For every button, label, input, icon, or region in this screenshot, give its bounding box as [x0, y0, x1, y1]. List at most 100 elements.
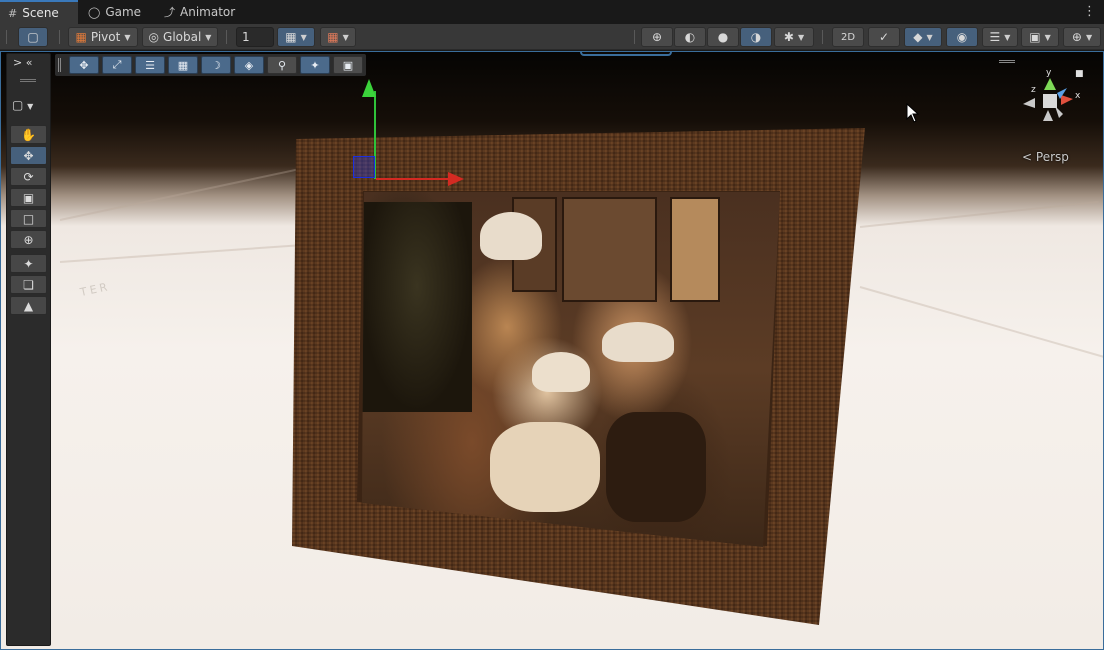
scene-visibility-button[interactable]: ◉ — [946, 27, 978, 47]
photo-window-panel — [670, 197, 720, 302]
align-button[interactable]: ☰ — [135, 56, 165, 74]
chevron-down-icon: ▼ — [1004, 32, 1011, 42]
crescent-icon: ☽ — [211, 58, 221, 72]
lock-icon[interactable]: ■ — [1075, 69, 1084, 79]
shaded-wireframe-mode-button[interactable]: ◐ — [674, 27, 706, 47]
floor-line — [859, 200, 1099, 228]
overlay-drag-tab[interactable] — [580, 51, 672, 56]
wireframe-sphere-icon: ⊕ — [651, 30, 663, 44]
camera-icon: ▣ — [1029, 30, 1041, 44]
gizmo-y-cone[interactable] — [1044, 78, 1056, 90]
2d-icon: 2D — [840, 31, 856, 43]
projection-toggle[interactable]: < Persp — [1022, 150, 1069, 164]
photo-carved-panel — [562, 197, 657, 302]
move-gizmo-x-axis[interactable] — [376, 178, 451, 180]
custom-tool-button[interactable]: ✦ — [10, 254, 47, 273]
grid-snap-value-field[interactable]: 1 — [236, 27, 274, 47]
debug-draw-mode-dropdown[interactable]: ✱ ▼ — [774, 27, 814, 47]
eye-icon: ◉ — [956, 30, 968, 44]
light-icon: ✓ — [878, 30, 890, 44]
framed-family-photo — [362, 192, 780, 547]
terrain-tool-button[interactable]: ▲ — [10, 296, 47, 315]
lighting-toggle-button[interactable]: ✓ — [868, 27, 900, 47]
rect-tool-button[interactable]: □ — [10, 209, 47, 228]
globe-icon: ◎ — [148, 30, 160, 44]
grid-lines-icon: ▦ — [177, 58, 189, 72]
gizmo-neg-x-cone[interactable] — [1023, 98, 1035, 108]
move-gizmo-y-arrow[interactable] — [362, 79, 376, 97]
tab-scene[interactable]: # Scene — [0, 0, 78, 24]
global-dropdown[interactable]: ◎ Global ▼ — [142, 27, 218, 47]
shaded-sphere-icon: ● — [717, 30, 729, 44]
layers-overlay-button[interactable]: ◈ — [234, 56, 264, 74]
moon-overlay-button[interactable]: ☽ — [201, 56, 231, 74]
chevron-down-icon: ▼ — [205, 32, 212, 42]
tool-settings-overlay: ✥ ⤢ ☰ ▦ ☽ ◈ ⚲ ✦ ▣ — [55, 54, 366, 76]
custom-editor-icon: ✦ — [23, 256, 34, 271]
tools-drag-handle[interactable] — [20, 79, 36, 82]
rotate-tool-button[interactable]: ⟳ — [10, 167, 47, 186]
cube-outline-icon: ❏ — [23, 277, 34, 292]
floor-line — [859, 286, 1104, 360]
toolbar-divider — [634, 30, 635, 44]
move-tool-button[interactable]: ✥ — [10, 146, 47, 165]
rect-transform-icon: □ — [22, 211, 35, 226]
unlit-mode-button[interactable]: ◑ — [740, 27, 772, 47]
shaded-wireframe-icon: ◐ — [684, 30, 696, 44]
perspective-icon: < — [1022, 150, 1033, 164]
toolbar-divider — [6, 30, 7, 44]
transform-tool-button[interactable]: ⊕ — [10, 230, 47, 249]
move-gizmo-x-arrow[interactable] — [448, 172, 464, 186]
bug-icon: ✱ — [783, 30, 794, 44]
audio-effects-dropdown[interactable]: ◆ ▼ — [904, 27, 942, 47]
move-arrows-icon: ✥ — [23, 148, 34, 163]
hand-tool-button[interactable]: ✋ — [10, 125, 47, 144]
chevron-down-icon: ▼ — [797, 32, 805, 42]
scale-arrows-icon: ⤢ — [112, 58, 122, 71]
layers-dropdown[interactable]: ☰ ▼ — [982, 27, 1018, 47]
tab-animator[interactable]: ⤴ Animator — [156, 0, 246, 24]
sliders-icon: ☰ — [145, 58, 155, 72]
gizmo-x-label: x — [1075, 91, 1081, 101]
move-gizmo-plane-handle[interactable] — [353, 156, 375, 178]
overlay-drag-handle[interactable] — [58, 58, 61, 72]
snap-settings-button[interactable]: ▦ ▼ — [320, 27, 356, 47]
camera-dropdown[interactable]: ▣ ▼ — [1021, 27, 1059, 47]
gizmo-x-cone[interactable] — [1061, 95, 1073, 105]
transform-icon: ⊕ — [23, 232, 34, 247]
photo-child-dress — [490, 422, 600, 512]
search-overlay-button[interactable]: ⚲ — [267, 56, 297, 74]
grid-overlay-button[interactable]: ▦ — [168, 56, 198, 74]
move-icon: ✥ — [79, 58, 89, 72]
tools-overlay: > « ▢ ▼ ✋ ✥ ⟳ ▣ □ ⊕ ✦ ❏ ▲ — [6, 53, 51, 646]
gizmo-center-cube[interactable] — [1043, 94, 1057, 108]
floor-watermark: TER — [78, 279, 112, 300]
rotate-snap-button[interactable]: ⤢ — [102, 56, 132, 74]
orientation-drag-handle[interactable] — [999, 60, 1015, 63]
shaded-mode-button[interactable]: ● — [707, 27, 739, 47]
camera-overlay-button[interactable]: ▣ — [333, 56, 363, 74]
expand-collapse-toggle[interactable]: > « — [13, 56, 32, 69]
more-options-icon[interactable]: ⋮ — [1083, 4, 1096, 19]
scene-viewport[interactable]: TER ✥ ⤢ ☰ ▦ ☽ ◈ ⚲ ✦ ▣ > « ▢ ▼ ✋ ✥ ⟳ ▣ □ … — [0, 51, 1104, 650]
snap-grid-icon: ▦ — [327, 30, 339, 44]
pivot-dropdown[interactable]: ▦ Pivot ▼ — [68, 27, 138, 47]
move-snap-button[interactable]: ✥ — [69, 56, 99, 74]
wireframe-mode-button[interactable]: ⊕ — [641, 27, 673, 47]
grid-icon: ▦ — [285, 30, 297, 44]
draw-mode-cube-button[interactable]: ▢ — [18, 27, 48, 47]
gizmos-dropdown[interactable]: ⊕ ▼ — [1063, 27, 1101, 47]
gizmo-neg-y-cone[interactable] — [1043, 110, 1053, 121]
tool-context-dropdown[interactable]: ▢ ▼ — [12, 98, 33, 112]
hand-icon: ✋ — [21, 127, 36, 142]
probuilder-tool-button[interactable]: ❏ — [10, 275, 47, 294]
stack-icon: ☰ — [989, 30, 1001, 44]
pivot-overlay-button[interactable]: ✦ — [300, 56, 330, 74]
tab-game[interactable]: ◯ Game — [80, 0, 152, 24]
2d-toggle-button[interactable]: 2D — [832, 27, 864, 47]
scale-tool-button[interactable]: ▣ — [10, 188, 47, 207]
chevron-down-icon: ▼ — [1044, 32, 1051, 42]
photo-man-vest — [606, 412, 706, 522]
grid-visibility-button[interactable]: ▦ ▼ — [277, 27, 315, 47]
tab-bar: # Scene ◯ Game ⤴ Animator ⋮ — [0, 0, 1104, 24]
